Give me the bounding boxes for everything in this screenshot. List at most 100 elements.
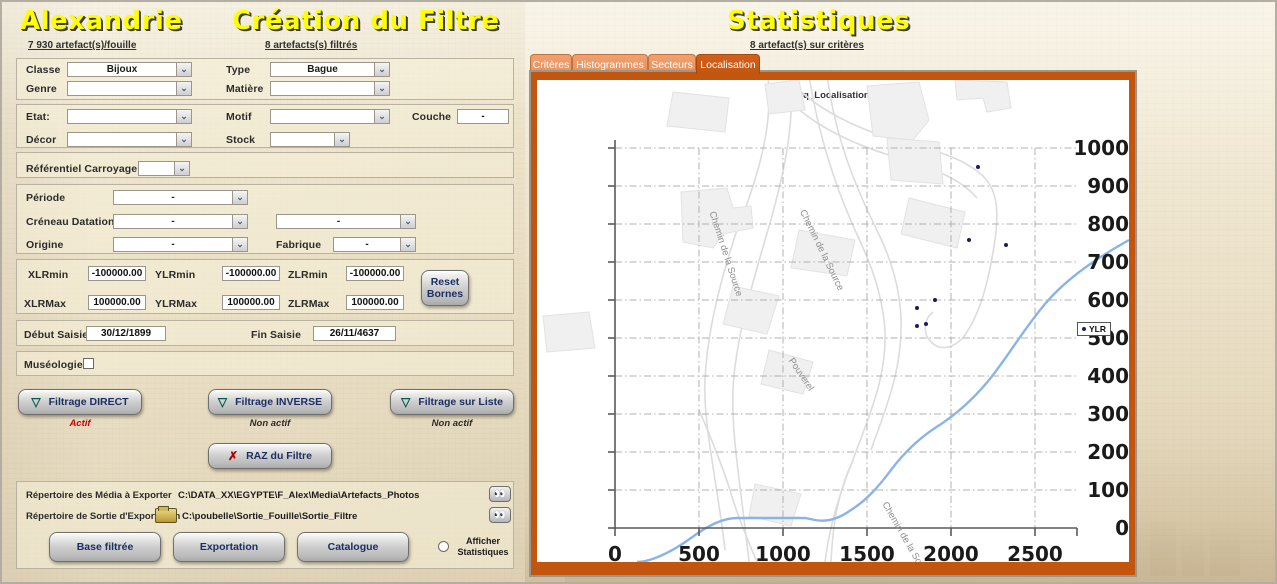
folder-icon[interactable] xyxy=(155,506,177,523)
label-debut-saisie: Début Saisie xyxy=(24,329,89,341)
chevron-down-icon[interactable]: ⌄ xyxy=(232,238,247,251)
chevron-down-icon[interactable]: ⌄ xyxy=(374,63,389,76)
combo-classe[interactable]: Bijoux ⌄ xyxy=(67,62,192,77)
label-fabrique: Fabrique xyxy=(276,239,322,251)
filtrage-sur-liste-button[interactable]: ▽ Filtrage sur Liste xyxy=(390,389,514,415)
browse-media-icon[interactable]: 👀 xyxy=(489,486,511,502)
tab-criteres-label: Critères xyxy=(532,58,570,71)
clear-filter-icon: ✗ xyxy=(228,449,239,463)
data-point xyxy=(915,306,920,311)
chevron-down-icon[interactable]: ⌄ xyxy=(176,82,191,95)
field-debut-saisie[interactable]: 30/12/1899 xyxy=(86,326,166,341)
raz-filtre-label: RAZ du Filtre xyxy=(246,450,312,462)
exportation-button[interactable]: Exportation xyxy=(173,532,285,562)
reset-bornes-label-line1: Reset xyxy=(430,276,460,288)
label-creneau-datation: Créneau Datation xyxy=(26,216,115,228)
base-filtree-label: Base filtrée xyxy=(76,541,134,553)
site-artefact-count: 7 930 artefact(s)/fouille xyxy=(28,40,137,51)
tab-localisation-label: Localisation xyxy=(700,58,756,71)
afficher-statistiques-label-line2: Statistiques xyxy=(457,547,509,557)
chevron-down-icon[interactable]: ⌄ xyxy=(374,110,389,123)
combo-motif[interactable]: ⌄ xyxy=(270,109,390,124)
chevron-down-icon[interactable]: ⌄ xyxy=(176,110,191,123)
label-zlrmax: ZLRMax xyxy=(288,298,330,310)
catalogue-button[interactable]: Catalogue xyxy=(297,532,409,562)
combo-creneau-datation-end[interactable]: - ⌄ xyxy=(276,214,416,229)
field-ylrmin[interactable]: -100000.00 xyxy=(222,266,280,281)
chevron-down-icon[interactable]: ⌄ xyxy=(400,215,415,228)
data-points-layer xyxy=(537,80,1129,562)
combo-stock[interactable]: ⌄ xyxy=(270,132,350,147)
data-point xyxy=(914,323,919,328)
field-zlrmin[interactable]: -100000.00 xyxy=(346,266,404,281)
label-periode: Période xyxy=(26,192,66,204)
label-motif: Motif xyxy=(226,111,252,123)
field-xlrmax[interactable]: 100000.00 xyxy=(88,295,146,310)
reset-bornes-button[interactable]: Reset Bornes xyxy=(421,270,469,306)
label-ylrmax: YLRMax xyxy=(155,298,198,310)
combo-type[interactable]: Bague ⌄ xyxy=(270,62,390,77)
chevron-down-icon[interactable]: ⌄ xyxy=(174,162,189,175)
chevron-down-icon[interactable]: ⌄ xyxy=(400,238,415,251)
label-ylrmin: YLRmin xyxy=(155,269,196,281)
chevron-down-icon[interactable]: ⌄ xyxy=(374,82,389,95)
label-etat: Etat: xyxy=(26,111,50,123)
data-point xyxy=(933,298,938,302)
catalogue-label: Catalogue xyxy=(327,541,379,553)
field-couche[interactable]: - xyxy=(457,109,509,124)
raz-filtre-button[interactable]: ✗ RAZ du Filtre xyxy=(208,443,332,469)
field-zlrmax[interactable]: 100000.00 xyxy=(346,295,404,310)
field-xlrmin[interactable]: -100000.00 xyxy=(88,266,146,281)
background-ruin-decoration xyxy=(1150,521,1176,576)
filtrage-sur-liste-state: Non actif xyxy=(431,418,473,429)
application-window: Alexandrie 7 930 artefact(s)/fouille Cré… xyxy=(0,0,1277,584)
filtrage-direct-label: Filtrage DIRECT xyxy=(48,396,129,408)
funnel-icon: ▽ xyxy=(217,395,228,409)
reset-bornes-label-line2: Bornes xyxy=(426,288,464,300)
filtrage-direct-button[interactable]: ▽ Filtrage DIRECT xyxy=(18,389,142,415)
chevron-down-icon[interactable]: ⌄ xyxy=(176,133,191,146)
field-ylrmax[interactable]: 100000.00 xyxy=(222,295,280,310)
combo-genre[interactable]: ⌄ xyxy=(67,81,192,96)
afficher-statistiques-radio[interactable] xyxy=(438,541,449,552)
tab-secteurs-label: Secteurs xyxy=(651,58,693,71)
combo-origine[interactable]: - ⌄ xyxy=(113,237,248,252)
filtrage-inverse-button[interactable]: ▽ Filtrage INVERSE xyxy=(208,389,332,415)
statistics-count: 8 artefact(s) sur critères xyxy=(750,40,864,51)
data-point xyxy=(975,165,980,169)
filtrage-direct-state: Actif xyxy=(69,418,91,429)
chevron-down-icon[interactable]: ⌄ xyxy=(232,191,247,204)
combo-fabrique[interactable]: - ⌄ xyxy=(333,237,416,252)
label-couche: Couche xyxy=(412,111,452,123)
combo-creneau-end-value: - xyxy=(336,216,341,227)
data-point xyxy=(923,321,928,326)
label-media-directory: Répertoire des Média à Exporter xyxy=(26,490,172,501)
base-filtree-button[interactable]: Base filtrée xyxy=(49,532,161,562)
combo-periode[interactable]: - ⌄ xyxy=(113,190,248,205)
combo-creneau-datation-start[interactable]: - ⌄ xyxy=(113,214,248,229)
combo-origine-value: - xyxy=(171,239,175,250)
combo-etat[interactable]: ⌄ xyxy=(67,109,192,124)
label-museologie: Muséologie xyxy=(24,359,83,371)
exportation-label: Exportation xyxy=(199,541,259,553)
chevron-down-icon[interactable]: ⌄ xyxy=(176,63,191,76)
field-fin-saisie[interactable]: 26/11/4637 xyxy=(313,326,396,341)
combo-creneau-start-value: - xyxy=(171,216,175,227)
funnel-icon: ▽ xyxy=(31,395,41,409)
legend-marker-icon xyxy=(1082,327,1086,331)
label-zlrmin: ZLRmin xyxy=(288,269,328,281)
combo-fabrique-value: - xyxy=(365,239,369,250)
combo-matiere[interactable]: ⌄ xyxy=(270,81,390,96)
combo-referentiel-carroyage[interactable]: ⌄ xyxy=(138,161,190,176)
label-origine: Origine xyxy=(26,239,64,251)
chevron-down-icon[interactable]: ⌄ xyxy=(334,133,349,146)
tab-localisation[interactable]: Localisation xyxy=(696,54,760,74)
combo-decor[interactable]: ⌄ xyxy=(67,132,192,147)
filtrage-sur-liste-label: Filtrage sur Liste xyxy=(418,396,503,408)
data-point xyxy=(1003,242,1008,247)
value-media-directory: C:\DATA_XX\EGYPTE\F_Alex\Media\Artefacts… xyxy=(178,490,420,501)
browse-sortie-icon[interactable]: 👀 xyxy=(489,507,511,523)
chevron-down-icon[interactable]: ⌄ xyxy=(232,215,247,228)
museologie-checkbox[interactable] xyxy=(83,358,94,369)
site-title: Alexandrie xyxy=(20,6,183,36)
